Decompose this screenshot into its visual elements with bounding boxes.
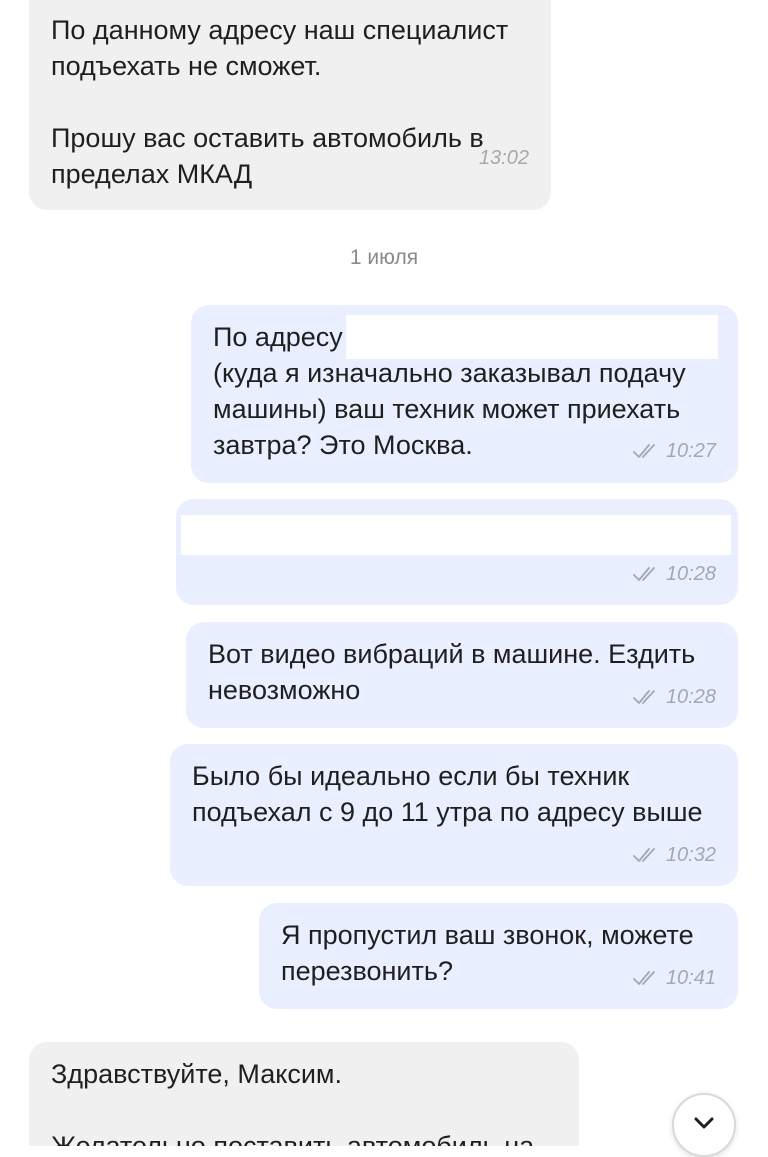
message-bubble-outgoing[interactable]: Я пропустил ваш звонок, можете перезвони… [259,903,738,1009]
message-meta: 10:32 [632,843,716,867]
redacted-content [181,515,731,555]
chat-message-list[interactable]: По данному адресу наш специалист подъеха… [0,0,768,1157]
double-check-icon [633,971,655,985]
message-meta: 10:28 [632,685,716,709]
message-time: 13:02 [478,147,529,169]
message-time: 10:28 [665,563,716,585]
message-text: По данному адресу наш специалист подъеха… [51,15,509,189]
message-bubble-outgoing[interactable]: По адресу (куда я изначально заказывал п… [191,305,738,483]
message-bubble-outgoing[interactable]: 10:28 [176,499,738,605]
scroll-to-bottom-button[interactable] [672,1093,736,1157]
message-bubble-outgoing[interactable]: Было бы идеально если бы техник подъехал… [170,744,738,886]
message-bubble-incoming[interactable]: Здравствуйте, Максим. Желательно постави… [29,1042,579,1146]
double-check-icon [633,848,655,862]
redacted-address [346,315,718,359]
double-check-icon [633,444,655,458]
message-meta: 10:28 [632,562,716,586]
double-check-icon [633,567,655,581]
message-time: 10:32 [665,844,716,866]
message-time: 10:28 [665,686,716,708]
double-check-icon [633,690,655,704]
message-meta: 10:41 [632,966,716,990]
chevron-down-icon [694,1117,714,1129]
message-bubble-outgoing[interactable]: Вот видео вибраций в машине. Ездить нево… [186,622,738,728]
message-time: 10:27 [665,440,716,462]
date-separator: 1 июля [349,246,419,269]
message-meta: 13:02 [479,146,529,170]
message-bubble-incoming[interactable]: По данному адресу наш специалист подъеха… [29,0,551,210]
message-text: Здравствуйте, Максим. Желательно постави… [51,1059,535,1146]
message-meta: 10:27 [632,439,716,463]
message-time: 10:41 [665,967,716,989]
message-text: Было бы идеально если бы техник подъехал… [192,761,703,827]
